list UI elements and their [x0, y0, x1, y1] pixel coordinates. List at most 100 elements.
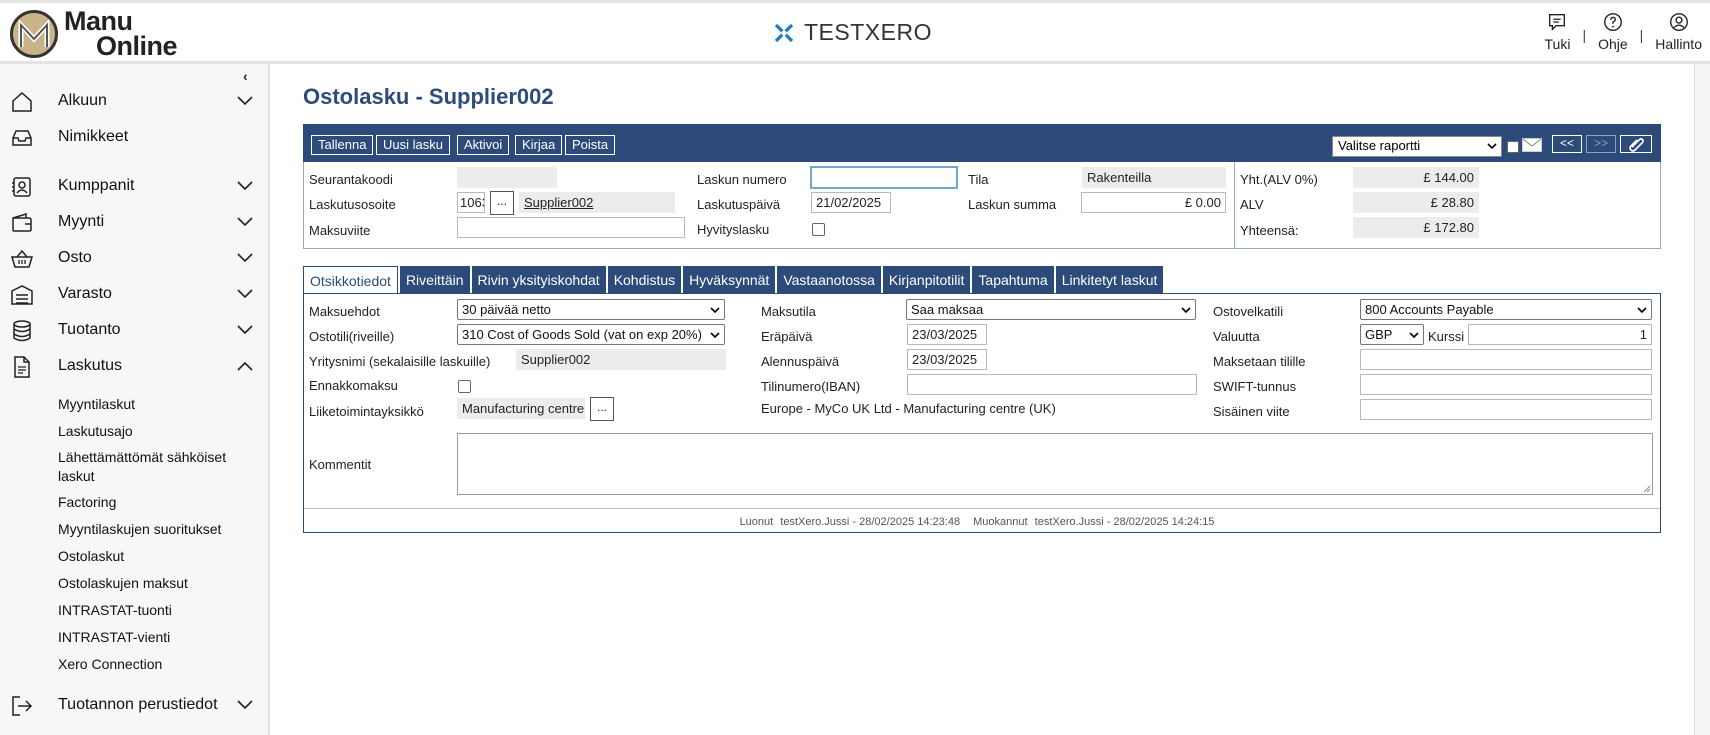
sidebar-item-osto[interactable]: Osto: [0, 241, 268, 275]
collapse-sidebar-icon[interactable]: ‹: [243, 68, 248, 84]
sidebar-subitem-ostolaskujen-maksut[interactable]: Ostolaskujen maksut: [58, 574, 258, 593]
sidebar-subitem-intrastat-tuonti[interactable]: INTRASTAT-tuonti: [58, 601, 258, 620]
sidebar-subitem-intrastat-vienti[interactable]: INTRASTAT-vienti: [58, 628, 258, 647]
tab-tapahtuma[interactable]: Tapahtuma: [972, 266, 1054, 294]
new-invoice-button[interactable]: Uusi lasku: [376, 135, 450, 155]
mail-icon[interactable]: [1522, 138, 1542, 152]
sidebar-subitem-ostolaskut[interactable]: Ostolaskut: [58, 547, 258, 566]
billing-address-lookup-button[interactable]: ...: [490, 191, 514, 215]
tab-otsikkotiedot[interactable]: Otsikkotiedot: [303, 266, 398, 294]
logo[interactable]: Manu Online: [10, 8, 178, 60]
sidebar-item-label: Laskutus: [58, 357, 123, 374]
post-button[interactable]: Kirjaa: [515, 135, 563, 155]
business-unit-path: Europe - MyCo UK Ltd - Manufacturing cen…: [761, 401, 1056, 416]
vat-value: £ 28.80: [1353, 192, 1479, 213]
attachment-button[interactable]: [1620, 135, 1652, 153]
tab-linkitetyt-laskut[interactable]: Linkitetyt laskut: [1055, 266, 1164, 294]
payables-account-value: 800 Accounts Payable: [1365, 302, 1494, 317]
invoice-header-box: Seurantakoodi Laskutusosoite 1063 ... Su…: [303, 162, 1661, 249]
status-field: Rakenteilla: [1082, 167, 1226, 188]
tab-riveittain[interactable]: Riveittäin: [399, 266, 470, 294]
chevron-down-icon: [237, 217, 253, 227]
sidebar-subitem-laskutusajo[interactable]: Laskutusajo: [58, 422, 258, 441]
wallet-icon: [12, 212, 32, 232]
previous-button[interactable]: <<: [1552, 135, 1582, 153]
tab-kohdistus[interactable]: Kohdistus: [607, 266, 682, 294]
chevron-down-icon: [237, 96, 253, 106]
sidebar-item-alkuun[interactable]: Alkuun: [0, 84, 268, 118]
totals-divider: [1234, 162, 1235, 248]
help-label: Ohje: [1598, 36, 1628, 52]
chevron-down-icon: [710, 307, 720, 314]
tab-hyvaksynnat[interactable]: Hyväksynnät: [683, 266, 776, 294]
due-date-field[interactable]: 23/03/2025: [907, 324, 987, 345]
tab-rivin-yksityiskohdat[interactable]: Rivin yksityiskohdat: [471, 266, 606, 294]
support-link[interactable]: Tuki: [1537, 11, 1579, 52]
tracking-code-field: [457, 167, 557, 188]
help-icon: [1603, 13, 1622, 31]
sidebar-item-myynti[interactable]: Myynti: [0, 205, 268, 239]
sidebar-subitem-xero-connection[interactable]: Xero Connection: [58, 655, 258, 674]
resize-handle-icon[interactable]: [1643, 485, 1651, 493]
payment-status-select[interactable]: Saa maksaa: [906, 299, 1196, 320]
sidebar-item-tuotanto[interactable]: Tuotanto: [0, 313, 268, 347]
sidebar-subitem-myyntilaskut[interactable]: Myyntilaskut: [58, 395, 258, 414]
billing-address-name[interactable]: Supplier002: [519, 192, 675, 213]
admin-link[interactable]: Hallinto: [1647, 11, 1710, 52]
business-unit-lookup-button[interactable]: ...: [590, 397, 614, 421]
swift-field[interactable]: [1360, 374, 1652, 395]
activate-button[interactable]: Aktivoi: [457, 135, 510, 155]
credit-note-checkbox[interactable]: [812, 223, 825, 236]
sidebar-item-label: Tuotannon perustiedot: [58, 696, 218, 713]
sidebar-item-nimikkeet[interactable]: Nimikkeet: [0, 120, 268, 154]
prepayment-checkbox[interactable]: [458, 380, 471, 393]
billing-address-link[interactable]: Supplier002: [524, 195, 593, 210]
warehouse-icon: [11, 285, 33, 305]
tab-vastaanotossa[interactable]: Vastaanotossa: [777, 266, 881, 294]
contacts-icon: [12, 177, 31, 197]
save-button[interactable]: Tallenna: [311, 135, 374, 155]
sidebar-item-varasto[interactable]: Varasto: [0, 277, 268, 311]
payables-account-select[interactable]: 800 Accounts Payable: [1360, 299, 1652, 320]
help-link[interactable]: Ohje: [1590, 11, 1636, 52]
sidebar-subitem-myyntilaskujen-suoritukset[interactable]: Myyntilaskujen suoritukset: [58, 520, 258, 539]
pay-to-account-field[interactable]: [1360, 349, 1652, 370]
sidebar-item-kumppanit[interactable]: Kumppanit: [0, 169, 268, 203]
payment-ref-field[interactable]: [457, 217, 685, 238]
delete-button[interactable]: Poista: [565, 135, 616, 155]
invoice-number-field[interactable]: [810, 166, 958, 189]
discount-date-label: Alennuspäivä: [761, 354, 840, 369]
sidebar-item-label: Tuotanto: [58, 321, 121, 338]
internal-ref-field[interactable]: [1360, 399, 1652, 420]
next-button[interactable]: >>: [1586, 135, 1616, 153]
billing-address-id-field[interactable]: 1063: [457, 192, 485, 213]
invoice-date-field[interactable]: 21/02/2025: [811, 192, 891, 213]
chevron-down-icon: [237, 289, 253, 299]
iban-field[interactable]: [907, 374, 1197, 395]
sidebar-item-tuotannon-perustiedot[interactable]: Tuotannon perustiedot: [0, 688, 268, 722]
sidebar-item-label: Varasto: [58, 285, 112, 302]
page-scrollbar[interactable]: [1694, 64, 1710, 735]
payment-status-value: Saa maksaa: [911, 302, 984, 317]
top-nav: Tuki | Ohje | Hallinto: [1537, 11, 1710, 52]
sidebar-item-laskutus[interactable]: Laskutus: [0, 349, 268, 383]
currency-select[interactable]: GBP: [1360, 324, 1424, 345]
sidebar-subitem-factoring[interactable]: Factoring: [58, 493, 258, 512]
payment-terms-label: Maksuehdot: [309, 304, 380, 319]
business-unit-field: Manufacturing centre (: [457, 398, 585, 419]
admin-label: Hallinto: [1655, 36, 1702, 52]
sidebar-subitem-lahettamattomat[interactable]: Lähettämättömät sähköiset laskut: [58, 448, 258, 486]
purchase-account-select[interactable]: 310 Cost of Goods Sold (vat on exp 20%): [457, 324, 725, 345]
comments-textarea[interactable]: [457, 433, 1653, 495]
company-name-field: Supplier002: [516, 349, 726, 370]
report-select[interactable]: Valitse raportti: [1332, 136, 1502, 157]
pay-to-account-label: Maksetaan tilille: [1213, 354, 1306, 369]
business-unit-label: Liiketoimintayksikkö: [309, 404, 424, 419]
total-ex-vat-label: Yht.(ALV 0%): [1240, 172, 1318, 187]
email-checkbox[interactable]: [1507, 141, 1519, 153]
discount-date-field[interactable]: 23/03/2025: [907, 349, 987, 370]
rate-field[interactable]: 1: [1468, 324, 1652, 345]
payment-terms-select[interactable]: 30 päivää netto: [457, 299, 725, 320]
tab-kirjanpitotilit[interactable]: Kirjanpitotilit: [882, 266, 971, 294]
invoice-sum-field[interactable]: £ 0.00: [1081, 192, 1226, 213]
